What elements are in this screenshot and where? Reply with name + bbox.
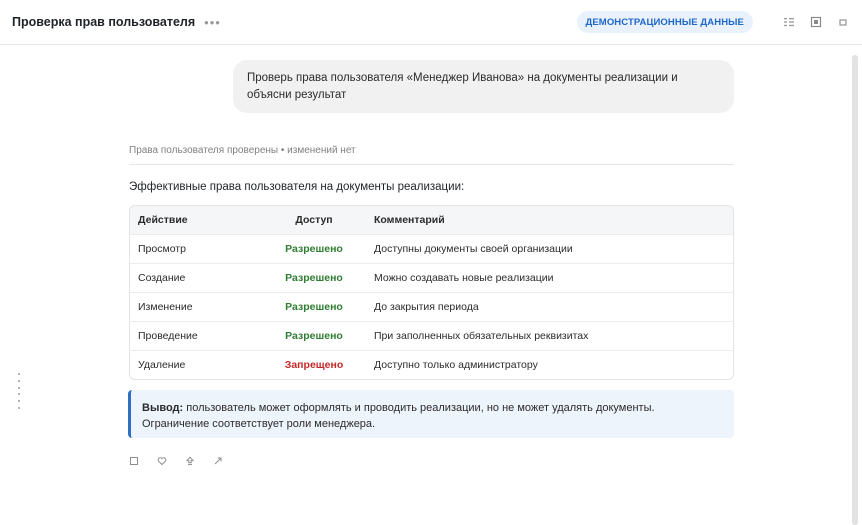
cell-access: Разрешено xyxy=(262,233,366,263)
list-icon[interactable] xyxy=(782,15,796,29)
cell-comment: До закрытия периода xyxy=(366,291,733,321)
table-row: Удаление Запрещено Доступно только админ… xyxy=(130,349,733,379)
column-header-access: Доступ xyxy=(295,213,333,226)
cell-action: Создание xyxy=(130,262,262,292)
scrollbar-thumb[interactable] xyxy=(852,55,858,525)
table-row: Создание Разрешено Можно создавать новые… xyxy=(130,262,733,292)
column-header-action: Действие xyxy=(138,213,188,226)
table-header-row: Действие Доступ Комментарий xyxy=(130,206,733,234)
status-line: Права пользователя проверены • изменений… xyxy=(129,145,356,156)
cell-access: Разрешено xyxy=(262,291,366,321)
drag-handle[interactable] xyxy=(18,373,20,409)
cell-action: Изменение xyxy=(130,291,262,321)
cell-access: Разрешено xyxy=(262,320,366,350)
user-message: Проверь права пользователя «Менеджер Ива… xyxy=(233,60,734,113)
cell-comment: При заполненных обязательных реквизитах xyxy=(366,320,733,350)
conclusion-text: пользователь может оформлять и проводить… xyxy=(142,402,655,430)
scrollbar[interactable] xyxy=(852,55,858,525)
cell-access: Запрещено xyxy=(262,349,366,379)
cell-comment: Доступно только администратору xyxy=(366,349,733,379)
response-intro: Эффективные права пользователя на докуме… xyxy=(129,181,465,193)
more-options-icon[interactable]: ••• xyxy=(204,16,221,29)
cell-action: Проведение xyxy=(130,320,262,350)
page-title: Проверка прав пользователя xyxy=(12,15,196,29)
permissions-table: Действие Доступ Комментарий Просмотр Раз… xyxy=(129,205,734,380)
cell-access: Разрешено xyxy=(262,262,366,292)
message-actions xyxy=(128,455,240,467)
conclusion-label: Вывод: xyxy=(142,402,184,414)
cell-action: Удаление xyxy=(130,349,262,379)
column-header-comment: Комментарий xyxy=(374,213,445,226)
divider xyxy=(129,164,734,165)
conclusion-callout: Вывод: пользователь может оформлять и пр… xyxy=(128,390,734,438)
table-row: Изменение Разрешено До закрытия периода xyxy=(130,291,733,321)
cell-comment: Можно создавать новые реализации xyxy=(366,262,733,292)
demo-data-badge: ДЕМОНСТРАЦИОННЫЕ ДАННЫЕ xyxy=(576,11,753,33)
share-icon[interactable] xyxy=(212,455,224,467)
table-row: Просмотр Разрешено Доступны документы св… xyxy=(130,233,733,263)
copy-icon[interactable] xyxy=(128,455,140,467)
header: Проверка прав пользователя ••• ДЕМОНСТРА… xyxy=(0,0,862,45)
table-row: Проведение Разрешено При заполненных обя… xyxy=(130,320,733,350)
panel-icon[interactable] xyxy=(809,15,823,29)
cell-comment: Доступны документы своей организации xyxy=(366,233,733,263)
square-icon[interactable] xyxy=(836,15,850,29)
cell-action: Просмотр xyxy=(130,233,262,263)
dislike-icon[interactable] xyxy=(184,455,196,467)
like-icon[interactable] xyxy=(156,455,168,467)
